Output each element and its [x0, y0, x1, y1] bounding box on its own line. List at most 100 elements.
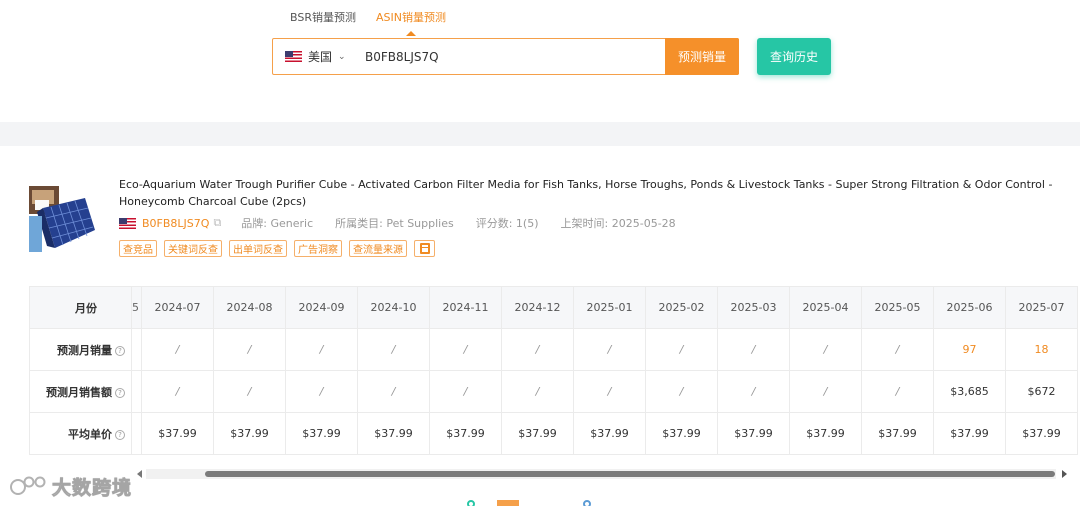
month-header-cell: 2024-11	[429, 286, 502, 329]
month-header-cell-partial: 5	[131, 286, 142, 329]
table-cell-partial	[131, 412, 142, 455]
listed-date-info: 上架时间: 2025-05-28	[560, 217, 676, 230]
scroll-left-arrow-icon[interactable]	[137, 470, 142, 478]
table-cell: /	[789, 328, 862, 371]
month-header-cell: 2024-08	[213, 286, 286, 329]
find-competitors-button[interactable]: 查竞品	[119, 240, 157, 257]
table-cell: /	[213, 370, 286, 413]
table-cell: $37.99	[357, 412, 430, 455]
table-cell: /	[357, 328, 430, 371]
tab-bsr-forecast[interactable]: BSR销量预测	[290, 9, 356, 27]
table-row-average-price: 平均单价? $37.99 $37.99 $37.99 $37.99 $37.99…	[29, 412, 1078, 455]
table-cell: /	[285, 370, 358, 413]
table-cell: $37.99	[429, 412, 502, 455]
traffic-source-button[interactable]: 查流量来源	[349, 240, 407, 257]
table-cell: /	[501, 370, 574, 413]
table-cell: $37.99	[717, 412, 790, 455]
month-header-cell: 2024-10	[357, 286, 430, 329]
help-icon[interactable]: ?	[115, 345, 125, 356]
search-bar: 美国 ⌄ 预测销量	[272, 38, 739, 75]
rating-info: 评分数: 1(5)	[475, 217, 539, 230]
row-label-monthly-sales: 预测月销量?	[29, 328, 132, 371]
product-meta: B0FB8LJS7Q ⧉ 品牌: Generic 所属类目: Pet Suppl…	[119, 215, 698, 231]
table-cell: /	[861, 328, 934, 371]
table-cell: /	[717, 370, 790, 413]
watermark-logo-icon	[10, 476, 46, 495]
month-header-cell: 2024-07	[141, 286, 214, 329]
month-header-cell: 2024-09	[285, 286, 358, 329]
ad-insight-button[interactable]: 广告洞察	[294, 240, 342, 257]
table-cell: $37.99	[213, 412, 286, 455]
us-flag-icon	[285, 51, 302, 62]
brand-info: 品牌: Generic	[241, 217, 314, 230]
month-header-cell: 2025-02	[645, 286, 718, 329]
action-tags: 查竞品 关键词反查 出单词反查 广告洞察 查流量来源	[119, 240, 435, 257]
row-label-average-price: 平均单价?	[29, 412, 132, 455]
table-cell: $37.99	[141, 412, 214, 455]
watermark: 大数跨境	[10, 473, 132, 500]
order-keyword-reverse-button[interactable]: 出单词反查	[229, 240, 287, 257]
table-cell: /	[573, 370, 646, 413]
keyword-reverse-button[interactable]: 关键词反查	[164, 240, 222, 257]
table-cell: $37.99	[501, 412, 574, 455]
table-cell: /	[141, 328, 214, 371]
month-header-cell: 2025-05	[861, 286, 934, 329]
table-cell: 18	[1005, 328, 1078, 371]
country-select[interactable]: 美国 ⌄	[273, 48, 353, 65]
row-label-monthly-revenue: 预测月销售额?	[29, 370, 132, 413]
table-cell: /	[429, 328, 502, 371]
table-cell: $37.99	[1005, 412, 1078, 455]
table-cell: /	[285, 328, 358, 371]
table-row-monthly-revenue: 预测月销售额? / / / / / / / / / / / $3,685 $67…	[29, 370, 1078, 413]
table-cell: /	[573, 328, 646, 371]
scroll-right-arrow-icon[interactable]	[1062, 470, 1067, 478]
us-flag-icon	[119, 217, 136, 229]
table-cell: /	[717, 328, 790, 371]
table-cell: /	[357, 370, 430, 413]
scrollbar-thumb[interactable]	[205, 471, 1055, 477]
help-icon[interactable]: ?	[115, 387, 125, 398]
month-header-cell: 2024-12	[501, 286, 574, 329]
legend-marker-icon	[467, 500, 475, 506]
table-cell: /	[141, 370, 214, 413]
table-cell: $37.99	[285, 412, 358, 455]
table-cell-partial	[131, 370, 142, 413]
table-cell: $37.99	[861, 412, 934, 455]
table-cell: $37.99	[789, 412, 862, 455]
month-header-cell: 2025-06	[933, 286, 1006, 329]
forecast-table-container: 月份 5 2024-07 2024-08 2024-09 2024-10 202…	[29, 286, 1080, 456]
query-history-button[interactable]: 查询历史	[757, 38, 831, 75]
forecast-table: 月份 5 2024-07 2024-08 2024-09 2024-10 202…	[29, 286, 1078, 455]
table-row-monthly-sales: 预测月销量? / / / / / / / / / / / 97 18	[29, 328, 1078, 371]
table-cell: /	[213, 328, 286, 371]
external-link-icon[interactable]: ⧉	[213, 216, 221, 230]
table-cell: 97	[933, 328, 1006, 371]
section-divider	[0, 122, 1080, 146]
table-cell: /	[429, 370, 502, 413]
month-header-cell: 2025-04	[789, 286, 862, 329]
product-asin-link[interactable]: B0FB8LJS7Q	[142, 217, 209, 230]
category-info: 所属类目: Pet Supplies	[335, 217, 454, 230]
month-header-row: 月份 5 2024-07 2024-08 2024-09 2024-10 202…	[29, 286, 1078, 329]
table-cell: /	[789, 370, 862, 413]
table-cell: /	[645, 370, 718, 413]
product-thumbnail[interactable]	[29, 186, 96, 252]
chevron-down-icon: ⌄	[338, 51, 346, 62]
chart-legend-partial	[467, 500, 591, 506]
table-cell: $3,685	[933, 370, 1006, 413]
tab-asin-forecast[interactable]: ASIN销量预测	[376, 9, 446, 36]
predict-sales-button[interactable]: 预测销量	[665, 38, 739, 75]
legend-marker-icon	[497, 500, 519, 506]
legend-marker-icon	[583, 500, 591, 506]
table-cell: $37.99	[933, 412, 1006, 455]
watermark-text: 大数跨境	[52, 477, 133, 500]
asin-input[interactable]	[365, 49, 665, 64]
table-cell: /	[501, 328, 574, 371]
mode-tabs: BSR销量预测 ASIN销量预测	[290, 9, 446, 36]
table-cell-partial	[131, 328, 142, 371]
calculator-button[interactable]	[414, 240, 435, 257]
table-cell: $37.99	[573, 412, 646, 455]
product-title[interactable]: Eco-Aquarium Water Trough Purifier Cube …	[119, 176, 1064, 210]
help-icon[interactable]: ?	[115, 429, 125, 440]
month-header-cell: 2025-03	[717, 286, 790, 329]
